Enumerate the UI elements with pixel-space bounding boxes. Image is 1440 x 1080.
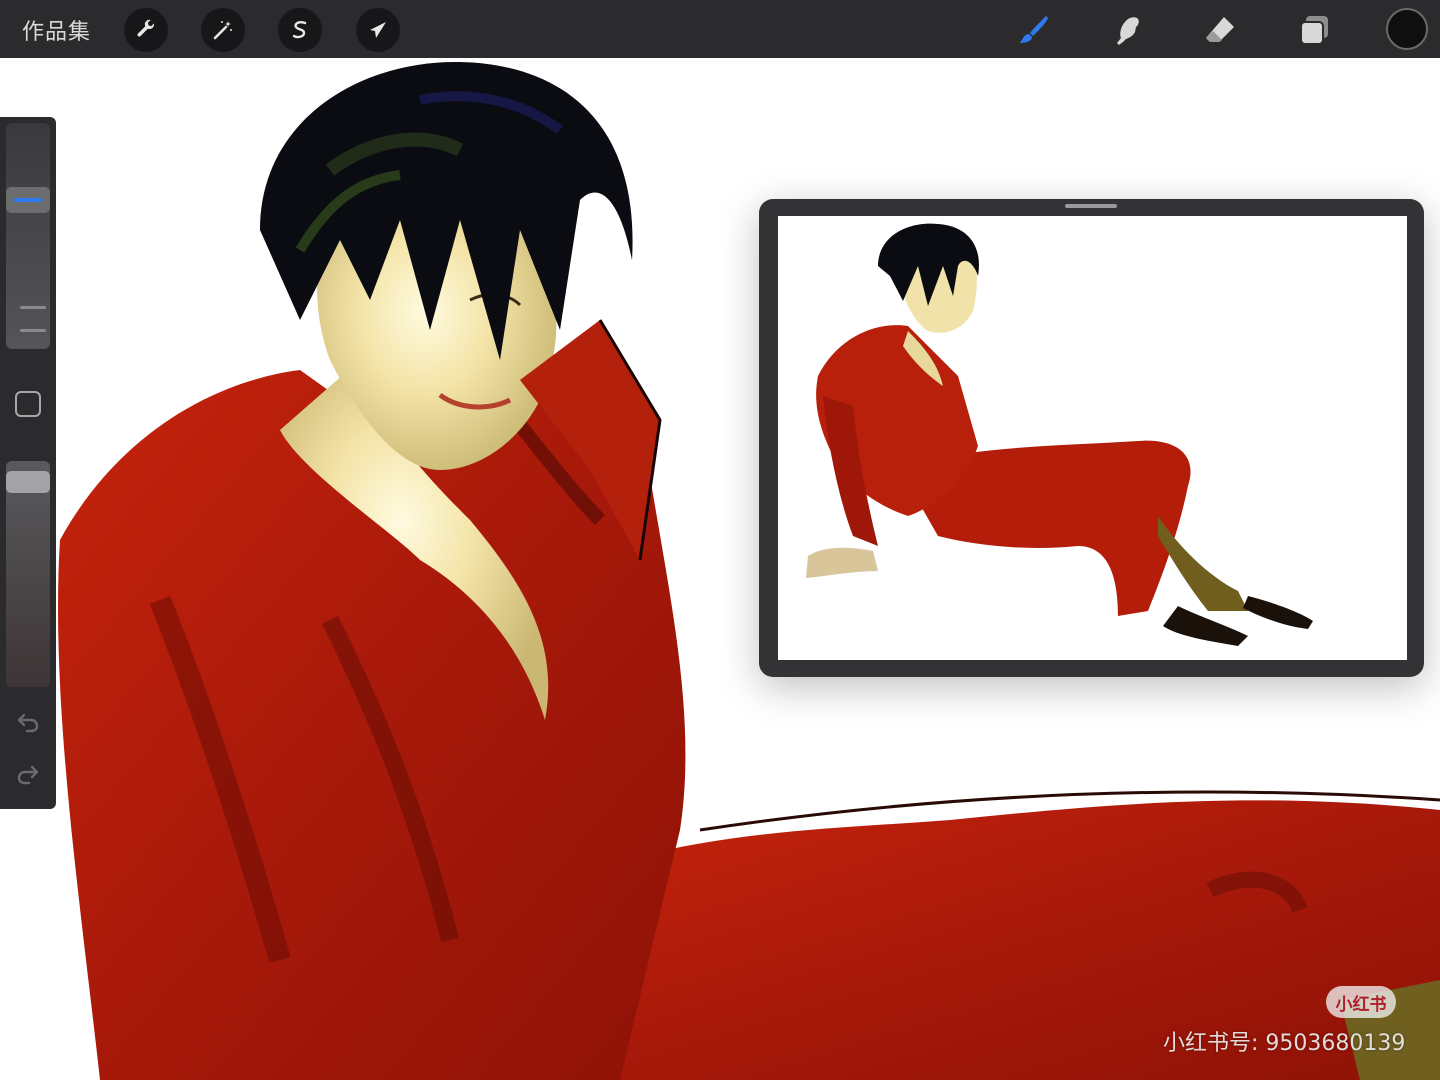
reference-drag-handle[interactable] <box>1065 204 1117 208</box>
color-picker-button[interactable] <box>1386 8 1428 50</box>
size-tick <box>20 329 46 332</box>
actions-button[interactable] <box>124 8 168 52</box>
smudge-tool-button[interactable] <box>1105 8 1149 52</box>
brush-icon <box>1020 16 1048 43</box>
brush-size-slider[interactable] <box>6 123 50 349</box>
smudge-finger-icon <box>1117 17 1139 45</box>
layers-icon <box>1300 16 1328 45</box>
eraser-tool-button[interactable] <box>1198 8 1242 52</box>
undo-icon <box>17 713 39 733</box>
transform-button[interactable] <box>356 8 400 52</box>
arrow-cursor-icon <box>370 22 386 38</box>
brush-tool-button[interactable] <box>1012 8 1056 52</box>
adjustments-button[interactable] <box>201 8 245 52</box>
wrench-icon <box>137 19 155 37</box>
selection-button[interactable] <box>278 8 322 52</box>
redo-button[interactable] <box>14 761 42 789</box>
selection-s-icon <box>292 21 307 39</box>
undo-button[interactable] <box>14 707 42 735</box>
eraser-icon <box>1206 17 1234 42</box>
watermark-badge: 小红书 <box>1326 986 1396 1018</box>
brush-opacity-thumb[interactable] <box>6 471 50 493</box>
size-tick <box>20 306 46 309</box>
redo-icon <box>17 765 39 785</box>
watermark-id-text: 小红书号: 9503680139 <box>1163 1031 1406 1056</box>
reference-artwork <box>806 223 1313 646</box>
brush-opacity-slider[interactable] <box>6 461 50 687</box>
left-sidebar <box>0 117 56 809</box>
layers-button[interactable] <box>1292 8 1336 52</box>
reference-window[interactable] <box>759 199 1424 677</box>
brush-size-thumb[interactable] <box>6 187 50 213</box>
gallery-button[interactable]: 作品集 <box>22 14 91 46</box>
magic-wand-icon <box>213 21 232 40</box>
reference-image <box>778 216 1407 660</box>
modify-button[interactable] <box>15 391 41 417</box>
top-toolbar: 作品集 <box>0 0 1440 58</box>
